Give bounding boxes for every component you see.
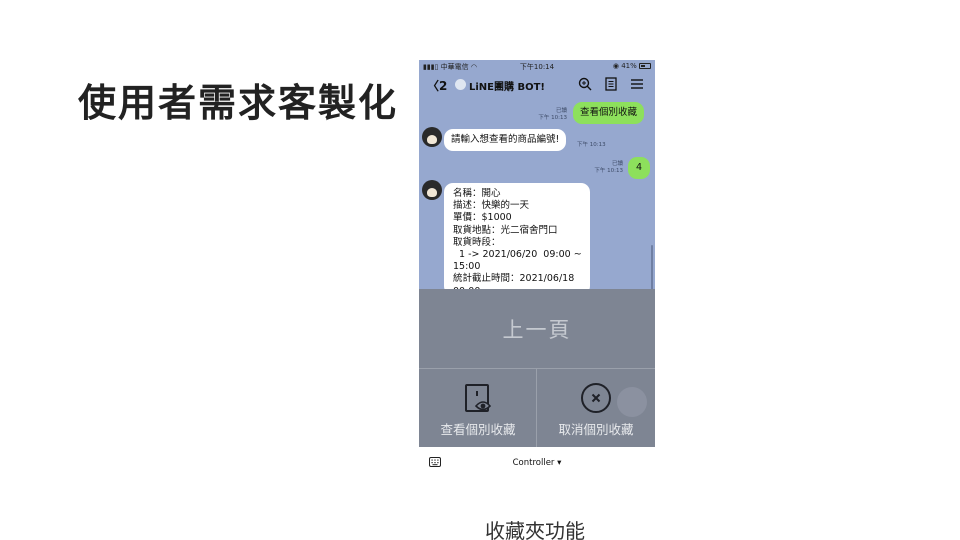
- chat-header: 〈2 LiNE團購 BOT!: [419, 73, 655, 97]
- product-line: 15:00: [453, 261, 481, 273]
- product-line: 單價：$1000: [453, 212, 512, 224]
- bot-avatar[interactable]: [422, 127, 442, 147]
- slide-title: 使用者需求客製化: [78, 81, 399, 125]
- cancel-favorite-label: 取消個別收藏: [558, 422, 634, 437]
- chat-scrollbar[interactable]: [651, 245, 653, 290]
- message-time: 下午 10:13: [538, 115, 567, 121]
- message-meta: 已讀 下午 10:13: [589, 161, 623, 175]
- menu-icon[interactable]: [629, 76, 645, 92]
- product-line: 描述：快樂的一天: [453, 200, 530, 212]
- status-bar: ▮▮▮▯ 中華電信 ◠ 下午10:14 ◉ 41%: [419, 60, 655, 72]
- message-time: 下午 10:13: [594, 168, 623, 174]
- view-favorite-label: 查看個別收藏: [440, 422, 516, 437]
- bot-message[interactable]: 請輸入想查看的商品編號!: [444, 129, 567, 151]
- view-favorite-button[interactable]: 查看個別收藏: [419, 369, 537, 447]
- read-receipt: 已讀: [555, 108, 567, 114]
- assistive-touch-button[interactable]: [617, 387, 647, 417]
- product-card[interactable]: 名稱：開心 描述：快樂的一天 單價：$1000 取貨地點：光二宿舍門口 取貨時段…: [444, 183, 590, 295]
- read-receipt: 已讀: [611, 161, 623, 167]
- battery-icon: [639, 63, 651, 69]
- product-line: 1 -> 2021/06/20 09:00 ~: [453, 249, 582, 261]
- user-message[interactable]: 4: [628, 157, 651, 179]
- product-line: 統計截止時間：2021/06/18: [453, 273, 575, 285]
- bot-avatar[interactable]: [422, 180, 442, 200]
- chevron-left-icon: 〈: [427, 79, 440, 93]
- notes-icon[interactable]: [603, 76, 619, 92]
- user-message[interactable]: 查看個別收藏: [573, 102, 645, 124]
- chat-title: LiNE團購 BOT!: [469, 82, 545, 93]
- rich-menu: 上一頁 查看個別收藏 取消個別收藏: [419, 289, 655, 447]
- product-line: 取貨地點：光二宿舍門口: [453, 224, 558, 236]
- product-line: 名稱：開心: [453, 188, 501, 199]
- back-button[interactable]: 〈2: [427, 77, 447, 94]
- view-document-icon: [465, 384, 492, 412]
- controller-toggle[interactable]: Controller ▾: [419, 458, 655, 468]
- message-time: 下午 10:13: [577, 142, 606, 148]
- search-icon[interactable]: [577, 76, 593, 92]
- message-meta: 已讀 下午 10:13: [537, 108, 567, 122]
- bottom-bar: Controller ▾: [419, 447, 655, 477]
- slide-caption: 收藏夾功能: [485, 519, 585, 540]
- orientation-lock-icon: ◉: [612, 62, 622, 70]
- chat-avatar: [455, 79, 466, 90]
- product-line: 取貨時段：: [453, 236, 501, 248]
- phone-screenshot: ▮▮▮▯ 中華電信 ◠ 下午10:14 ◉ 41% 〈2 LiNE團購 BOT!: [419, 60, 655, 477]
- battery-indicator: ◉ 41%: [613, 62, 651, 70]
- close-circle-icon: [581, 383, 611, 413]
- prev-page-button[interactable]: 上一頁: [419, 289, 655, 369]
